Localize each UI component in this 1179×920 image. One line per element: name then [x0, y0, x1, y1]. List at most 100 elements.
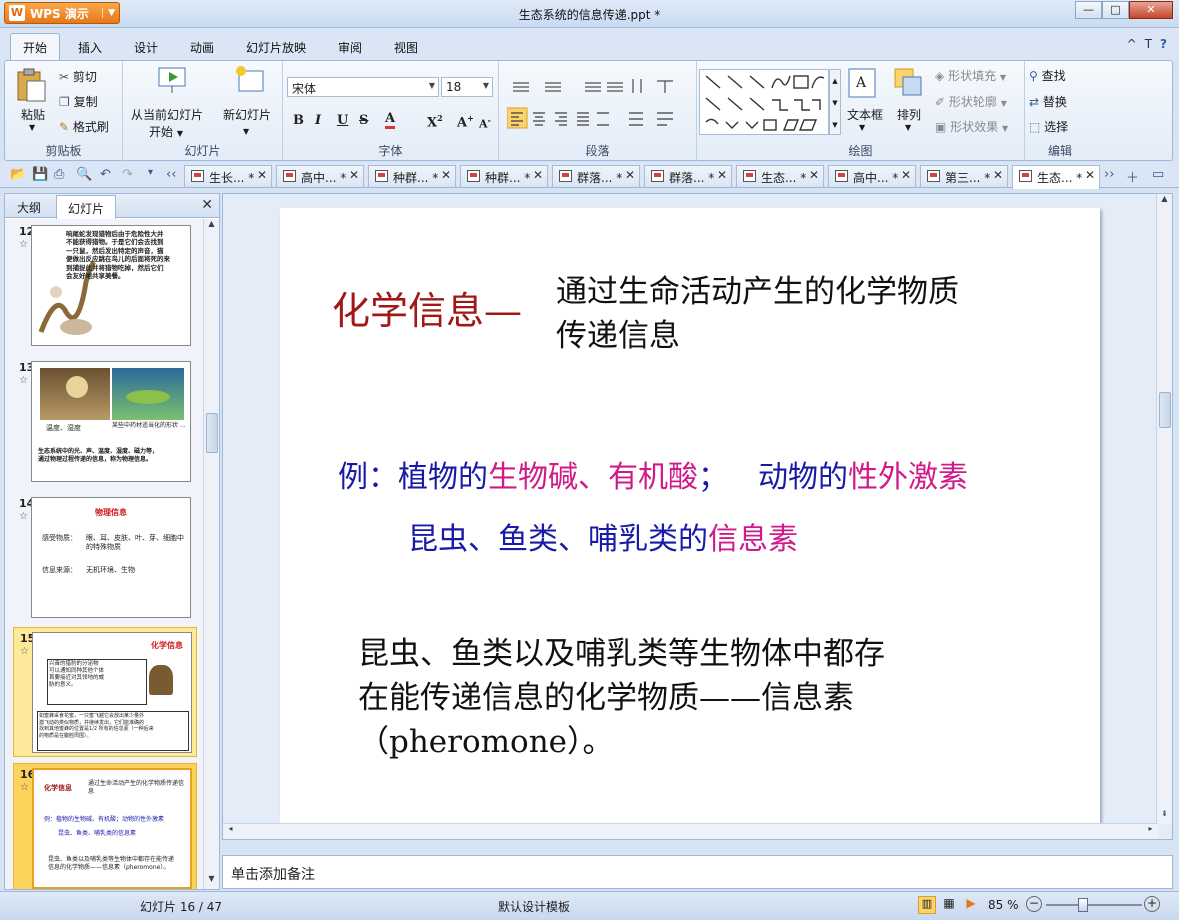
superscript-button[interactable]: X2 — [427, 113, 443, 130]
shape-effects-button[interactable]: ▣ 形状效果 ▼ — [935, 118, 1008, 135]
replace-button[interactable]: ⇄ 替换 — [1029, 93, 1067, 110]
slide-thumbnail-14[interactable]: 14 ☆ 物理信息 感受物质： 眼、耳、皮肤、叶、芽、细胞中的特殊物质 信息来源… — [13, 497, 197, 621]
slide-title[interactable]: 化学信息— — [332, 280, 522, 335]
close-tab-icon[interactable]: ✕ — [901, 168, 911, 182]
scroll-thumb[interactable] — [1159, 392, 1171, 428]
paste-button[interactable] — [15, 67, 47, 103]
underline-button[interactable]: U — [337, 113, 348, 128]
print-preview-icon[interactable]: 🔍 — [76, 167, 92, 182]
doc-tab[interactable]: 高中... * ✕ — [828, 165, 916, 187]
scroll-thumb[interactable] — [206, 413, 218, 453]
thumbnail-scrollbar[interactable]: ▲ ▼ — [203, 219, 219, 889]
new-tab-icon[interactable]: ＋ — [1126, 167, 1139, 186]
doc-tab[interactable]: 第三... * ✕ — [920, 165, 1008, 187]
format-painter-button[interactable]: ✎ 格式刷 — [59, 118, 109, 135]
chevron-down-icon[interactable]: ▼ — [859, 123, 865, 132]
maximize-button[interactable]: □ — [1102, 1, 1129, 19]
shape-outline-button[interactable]: ✐ 形状轮廓 ▼ — [935, 93, 1007, 110]
example-line-2[interactable]: 昆虫、鱼类、哺乳类的信息素 — [408, 514, 798, 558]
scroll-left-icon[interactable]: ◂ — [223, 824, 238, 839]
slide-subtitle-line2[interactable]: 传递信息 — [556, 310, 680, 355]
slide-thumbnail-12[interactable]: 12 ☆ 响尾蛇发现猎物后由于危险性大并 不能获得猎物。于是它们会去找到 一只鼠，然… — [13, 225, 197, 349]
next-slide-icon[interactable]: ⇟ — [1157, 809, 1172, 824]
tab-scroll-right-icon[interactable]: ›› — [1104, 167, 1114, 182]
new-slide-button[interactable]: 新幻灯片 ▼ — [223, 106, 271, 137]
slideshow-icon[interactable]: ▶ — [962, 896, 980, 914]
copy-button[interactable]: ❐ 复制 — [59, 93, 98, 110]
font-size-combo[interactable]: 18 ▼ — [441, 77, 493, 97]
shrink-font-button[interactable]: A- — [479, 115, 491, 131]
close-tab-icon[interactable]: ✕ — [717, 168, 727, 182]
chevron-down-icon[interactable]: ▼ — [29, 123, 35, 132]
slide-subtitle-line1[interactable]: 通过生命活动产生的化学物质 — [556, 266, 959, 311]
doc-tab[interactable]: 群落... * ✕ — [644, 165, 732, 187]
scroll-up-icon[interactable]: ▲ — [1157, 194, 1172, 209]
doc-tab[interactable]: 生态... * ✕ — [736, 165, 824, 187]
close-button[interactable]: ✕ — [1129, 1, 1173, 19]
strikethrough-button[interactable]: S — [359, 113, 368, 128]
doc-tab[interactable]: 生长... * ✕ — [184, 165, 272, 187]
slide-sorter-icon[interactable]: ▦ — [940, 896, 958, 914]
close-tab-icon[interactable]: ✕ — [349, 168, 359, 182]
redo-icon[interactable]: ↷ — [122, 167, 133, 182]
textbox-icon[interactable]: A — [847, 67, 877, 102]
new-slide-icon[interactable] — [235, 65, 267, 95]
notes-pane[interactable]: 单击添加备注 — [222, 855, 1173, 889]
example-line[interactable]: 例：植物的生物碱、有机酸； 动物的性外激素 — [338, 452, 968, 496]
close-tab-icon[interactable]: ✕ — [441, 168, 451, 182]
font-color-button[interactable]: A — [385, 111, 396, 129]
grow-font-button[interactable]: A+ — [457, 113, 474, 130]
doc-tab[interactable]: 高中... * ✕ — [276, 165, 364, 187]
zoom-slider[interactable] — [1046, 904, 1142, 906]
tab-slides[interactable]: 幻灯片 — [56, 195, 117, 222]
scroll-up-icon[interactable]: ▲ — [204, 219, 219, 234]
from-current-slide-button[interactable]: 从当前幻灯片 开始 ▼ — [131, 106, 203, 140]
find-button[interactable]: ⚲ 查找 — [1029, 67, 1066, 84]
tab-review[interactable]: 审阅 — [338, 39, 362, 56]
slide-body[interactable]: 昆虫、鱼类以及哺乳类等生物体中都存 在能传递信息的化学物质——信息素 （pher… — [358, 632, 885, 764]
zoom-out-icon[interactable]: − — [1026, 896, 1042, 912]
save-icon[interactable]: 💾 — [32, 167, 48, 182]
slide-vertical-scrollbar[interactable]: ▲ ⇟ — [1156, 194, 1172, 824]
chevron-down-icon[interactable]: ▼ — [905, 123, 911, 132]
arrange-label[interactable]: 排列 — [897, 106, 921, 123]
slide-horizontal-scrollbar[interactable]: ◂ ▸ — [223, 823, 1158, 839]
doc-tab[interactable]: 群落... * ✕ — [552, 165, 640, 187]
undo-icon[interactable]: ↶ — [100, 167, 111, 182]
tab-insert[interactable]: 插入 — [78, 39, 102, 56]
slide-thumbnail-13[interactable]: 13 ☆ 温度、湿度 某些中药材适当化的形状 ... 生态系统中的光、声、温度、… — [13, 361, 197, 485]
zoom-in-icon[interactable]: + — [1144, 896, 1160, 912]
current-slide[interactable]: 化学信息— 通过生命活动产生的化学物质 传递信息 例：植物的生物碱、有机酸； 动物… — [280, 208, 1100, 823]
customize-toolbar-icon[interactable]: ▾ — [148, 167, 153, 178]
skin-icon[interactable]: T — [1145, 37, 1152, 51]
close-tab-icon[interactable]: ✕ — [993, 168, 1003, 182]
doc-tab[interactable]: 种群... * ✕ — [368, 165, 456, 187]
close-tab-icon[interactable]: ✕ — [809, 168, 819, 182]
print-icon[interactable]: ⎙ — [54, 167, 64, 182]
tab-outline[interactable]: 大纲 — [17, 199, 41, 216]
doc-tab[interactable]: 种群... * ✕ — [460, 165, 548, 187]
shapes-gallery[interactable] — [699, 69, 829, 135]
textbox-label[interactable]: 文本框 — [847, 106, 883, 123]
paragraph-icons[interactable] — [507, 77, 692, 147]
font-name-combo[interactable]: 宋体 ▼ — [287, 77, 439, 97]
close-tab-icon[interactable]: ✕ — [625, 168, 635, 182]
doc-tab-active[interactable]: 生态... * ✕ — [1012, 165, 1100, 189]
collapse-ribbon-icon[interactable]: ^ — [1127, 37, 1137, 51]
tab-scroll-left-icon[interactable]: ‹‹ — [166, 167, 176, 182]
shape-fill-button[interactable]: ◈ 形状填充 ▼ — [935, 67, 1006, 84]
open-icon[interactable]: 📂 — [10, 167, 26, 182]
tab-view[interactable]: 视图 — [394, 39, 418, 56]
normal-view-icon[interactable]: ▥ — [918, 896, 936, 914]
select-button[interactable]: ⬚ 选择 — [1029, 118, 1068, 135]
zoom-slider-thumb[interactable] — [1078, 898, 1088, 912]
slideshow-from-current-icon[interactable] — [157, 65, 189, 95]
cut-button[interactable]: ✂ 剪切 — [59, 68, 97, 85]
arrange-icon[interactable] — [893, 67, 925, 102]
italic-button[interactable]: I — [315, 113, 321, 128]
close-tab-icon[interactable]: ✕ — [533, 168, 543, 182]
slide-thumbnail-15[interactable]: 15 ☆ 化学信息 兴奋的猎豹的分泌物 可以通知同种其他个体 首要接近对其领地的威胁… — [13, 627, 197, 757]
scroll-right-icon[interactable]: ▸ — [1143, 824, 1158, 839]
zoom-level[interactable]: 85 % — [988, 898, 1019, 912]
tab-design[interactable]: 设计 — [134, 39, 158, 56]
